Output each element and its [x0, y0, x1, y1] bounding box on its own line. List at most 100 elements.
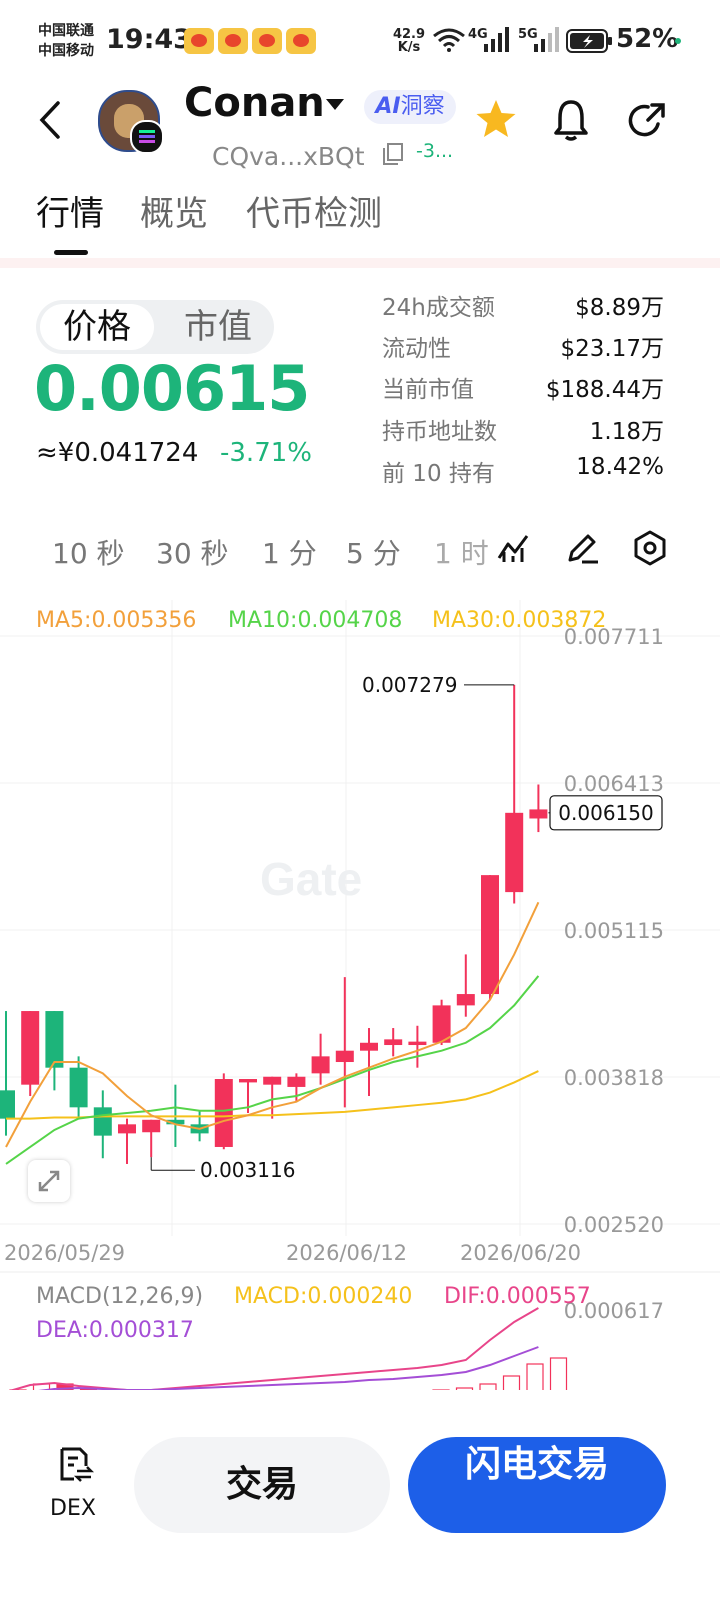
- y-tick-label: 0.005115: [564, 919, 664, 943]
- stat-value: 1.18万: [589, 419, 664, 445]
- candle: [481, 875, 499, 1000]
- divider: [0, 258, 720, 268]
- settings-icon[interactable]: [632, 530, 668, 566]
- favorite-star-icon[interactable]: [474, 98, 518, 140]
- dea-line: [38, 1346, 539, 1390]
- solana-chain-icon: [130, 120, 164, 154]
- caret-down-icon[interactable]: [324, 96, 346, 112]
- candle: [408, 1025, 427, 1068]
- battery-percent: 52%: [616, 24, 679, 54]
- flash-trade-label: 闪电交易: [464, 1444, 609, 1485]
- carrier-1: 中国联通: [38, 23, 94, 39]
- stat-label: 24h成交额: [382, 295, 495, 321]
- token-name[interactable]: Conan: [184, 80, 325, 126]
- macd-histogram-bar: [526, 1363, 544, 1390]
- toggle-price[interactable]: 价格: [40, 304, 154, 350]
- interval-5m[interactable]: 5 分: [346, 532, 401, 572]
- macd-histogram-bar: [455, 1387, 474, 1390]
- stat-value: $188.44万: [545, 377, 664, 403]
- fullscreen-button[interactable]: [28, 1160, 70, 1202]
- weibo-notification-icon: [218, 28, 248, 54]
- tab-overview[interactable]: 概览: [140, 186, 208, 235]
- candle: [529, 784, 548, 833]
- stat-label: 前 10 持有: [382, 461, 495, 487]
- stat-value: $23.17万: [560, 336, 664, 362]
- candle: [0, 1011, 15, 1136]
- draw-pen-icon[interactable]: [564, 530, 600, 566]
- stat-label: 流动性: [382, 336, 451, 362]
- address-change: -3...: [416, 140, 454, 162]
- flash-trade-button[interactable]: 闪电交易: [408, 1437, 666, 1533]
- stat-value: $8.89万: [575, 295, 664, 321]
- expand-icon: [38, 1170, 60, 1192]
- signal-icon: [534, 27, 559, 52]
- x-tick-label: 2026/06/12: [286, 1241, 407, 1265]
- share-icon[interactable]: [626, 100, 668, 142]
- stat-value: 18.42%: [576, 454, 664, 480]
- interval-10s[interactable]: 10 秒: [52, 532, 125, 572]
- weibo-notification-icon: [184, 28, 214, 54]
- candle: [456, 954, 475, 1017]
- candle: [118, 1118, 136, 1164]
- y-tick-label: 0.006413: [564, 772, 664, 796]
- y-tick-label: 0.002520: [564, 1213, 664, 1237]
- weibo-notification-icon: [252, 28, 282, 54]
- cny-price: ≈¥0.041724: [36, 438, 199, 468]
- candle: [360, 1028, 378, 1097]
- dex-icon[interactable]: [58, 1446, 94, 1484]
- watermark-logo: Gate: [260, 853, 362, 905]
- dex-label[interactable]: DEX: [50, 1496, 96, 1521]
- candle: [21, 1011, 40, 1097]
- candle: [384, 1028, 403, 1057]
- tab-indicator: [54, 250, 88, 255]
- net-speed: 42.9 K/s: [392, 27, 426, 55]
- dea-value: DEA:0.000317: [36, 1318, 194, 1343]
- candle: [93, 1090, 112, 1159]
- dif-value: DIF:0.000557: [444, 1284, 591, 1309]
- candle: [45, 1011, 64, 1091]
- ma10-label: MA10:0.004708: [228, 608, 403, 633]
- copy-icon[interactable]: [382, 142, 404, 166]
- interval-30s[interactable]: 30 秒: [156, 532, 229, 572]
- macd-value: MACD:0.000240: [234, 1284, 413, 1309]
- status-time: 19:43: [106, 24, 192, 55]
- ma30-label: MA30:0.003872: [432, 608, 607, 633]
- tab-token-check[interactable]: 代币检测: [246, 186, 382, 235]
- status-dot: [675, 38, 681, 44]
- high-price-label: 0.007279: [362, 673, 457, 697]
- candlestick-chart[interactable]: Gate 0.0077110.0064130.0051150.0038180.0…: [0, 600, 720, 1390]
- signal-icon: [484, 27, 509, 52]
- bell-icon[interactable]: [552, 98, 590, 142]
- macd-histogram-bar: [502, 1375, 521, 1390]
- ai-badge-label: 洞察: [400, 94, 445, 119]
- macd-histogram-bar: [549, 1357, 568, 1390]
- candle: [335, 977, 354, 1108]
- indicator-icon[interactable]: [496, 530, 532, 566]
- tab-market[interactable]: 行情: [36, 186, 104, 235]
- carrier-2: 中国移动: [38, 43, 94, 59]
- y-tick-label: 0.003818: [564, 1066, 664, 1090]
- weibo-notification-icon: [286, 28, 316, 54]
- current-price-tag: 0.006150: [558, 801, 653, 825]
- battery-icon: [566, 29, 612, 53]
- ai-insight-badge[interactable]: AI洞察: [364, 90, 456, 124]
- ma5-label: MA5:0.005356: [36, 608, 197, 633]
- current-price: 0.00615: [34, 352, 310, 425]
- stat-label: 持币地址数: [382, 419, 497, 445]
- back-icon[interactable]: [36, 100, 64, 140]
- toggle-market-cap[interactable]: 市值: [168, 304, 268, 350]
- interval-1m[interactable]: 1 分: [262, 532, 317, 572]
- x-tick-label: 2026/05/29: [4, 1241, 125, 1265]
- macd-histogram-bar: [479, 1383, 497, 1390]
- status-bar: 中国联通 中国移动 19:43 42.9 K/s 4G 5G 52%: [0, 0, 720, 80]
- interval-1h[interactable]: 1 时: [434, 532, 489, 572]
- ai-badge-prefix: AI: [375, 94, 401, 119]
- stat-label: 当前市值: [382, 377, 474, 403]
- wifi-icon: [433, 28, 465, 52]
- price-change: -3.71%: [220, 438, 312, 468]
- trade-button[interactable]: 交易: [134, 1437, 390, 1533]
- macd-params: MACD(12,26,9): [36, 1284, 204, 1309]
- contract-address: CQva...xBQt: [212, 142, 365, 171]
- x-tick-label: 2026/06/20: [460, 1241, 581, 1265]
- candle: [142, 1119, 161, 1158]
